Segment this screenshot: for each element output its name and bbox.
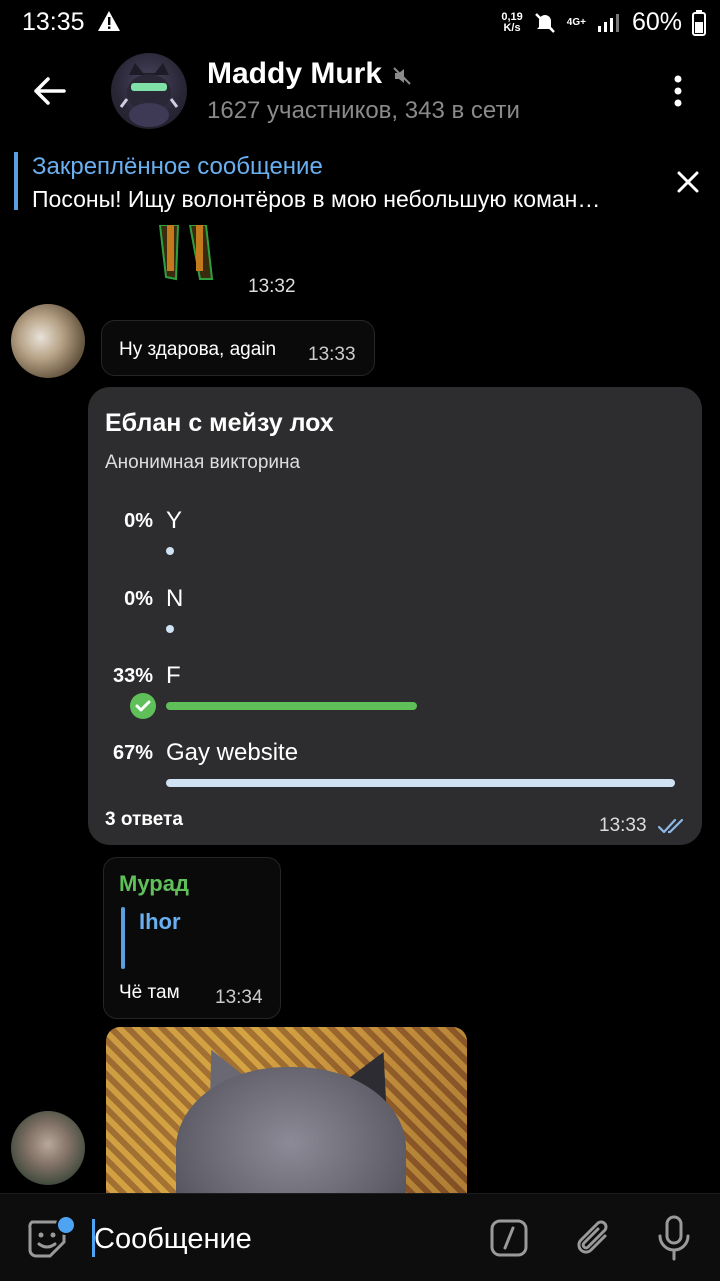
poll-option-bar-selected: [166, 702, 417, 710]
poll-option-label[interactable]: N: [166, 585, 183, 613]
pinned-indicator: [14, 152, 18, 210]
poll-option-percent: 67%: [112, 742, 153, 764]
poll-option-percent: 33%: [112, 665, 153, 687]
battery-icon: [692, 9, 706, 36]
signal-icon: [597, 13, 619, 32]
chat-title[interactable]: Maddy Murk: [207, 57, 382, 91]
poll-vote-count[interactable]: 3 ответа: [105, 809, 183, 831]
muted-icon: [393, 67, 411, 85]
speed-unit: K/s: [503, 21, 521, 34]
read-double-check-icon: [658, 818, 684, 834]
pinned-text[interactable]: Посоны! Ищу волонтёров в мою небольшую к…: [32, 186, 600, 213]
warning-icon: [98, 11, 120, 31]
poll-option-bar: [166, 547, 174, 555]
message-text: Чё там: [119, 982, 180, 1003]
user-avatar[interactable]: [11, 304, 85, 378]
status-right: 0,19 K/s 4G+ 60%: [501, 8, 706, 37]
message-text: Ну здарова, again: [119, 339, 277, 360]
cat-robot-icon: [119, 63, 179, 127]
poll-option-label[interactable]: F: [166, 662, 181, 690]
message-time: 13:32: [248, 276, 296, 297]
chat-members: 1627 участников, 343 в сети: [207, 97, 520, 124]
status-time: 13:35: [22, 8, 85, 36]
pinned-title[interactable]: Закреплённое сообщение: [32, 153, 323, 181]
message-time: 13:33: [308, 344, 356, 365]
poll-option-bar: [166, 779, 675, 787]
poll-question: Еблан с мейзу лох: [105, 409, 334, 437]
bot-command-icon[interactable]: [490, 1219, 528, 1257]
check-icon: [130, 693, 156, 719]
back-arrow-icon[interactable]: [30, 72, 68, 110]
reply-indicator: [121, 907, 125, 969]
close-icon[interactable]: [676, 170, 700, 194]
poll-option-percent: 0%: [124, 510, 153, 532]
microphone-icon[interactable]: [656, 1214, 692, 1262]
poll-option-label[interactable]: Y: [166, 507, 182, 535]
user-avatar[interactable]: [11, 1111, 85, 1185]
network-type: 4G+: [566, 17, 586, 28]
sticker-new-badge: [56, 1215, 76, 1235]
poll-option-bar: [166, 625, 174, 633]
message-time: 13:33: [599, 815, 647, 836]
sender-name[interactable]: Мурад: [119, 871, 189, 897]
battery-percent: 60%: [631, 8, 682, 36]
mute-status-icon: [534, 12, 555, 33]
network-speed: 0,19 K/s: [501, 10, 523, 34]
message-input[interactable]: [94, 1219, 474, 1259]
message-time: 13:34: [215, 987, 263, 1008]
previous-sticker[interactable]: [156, 225, 216, 283]
photo-message[interactable]: [106, 1027, 467, 1197]
poll-option-percent: 0%: [124, 588, 153, 610]
reply-sender-name[interactable]: Ihor: [139, 909, 181, 935]
speed-value: 0,19: [501, 10, 523, 23]
poll-type: Анонимная викторина: [105, 452, 301, 473]
poll-option-label[interactable]: Gay website: [166, 739, 298, 767]
chat-avatar[interactable]: [111, 53, 187, 129]
paperclip-icon[interactable]: [574, 1216, 614, 1260]
more-menu-icon[interactable]: [670, 72, 686, 110]
text-cursor: [92, 1219, 95, 1257]
